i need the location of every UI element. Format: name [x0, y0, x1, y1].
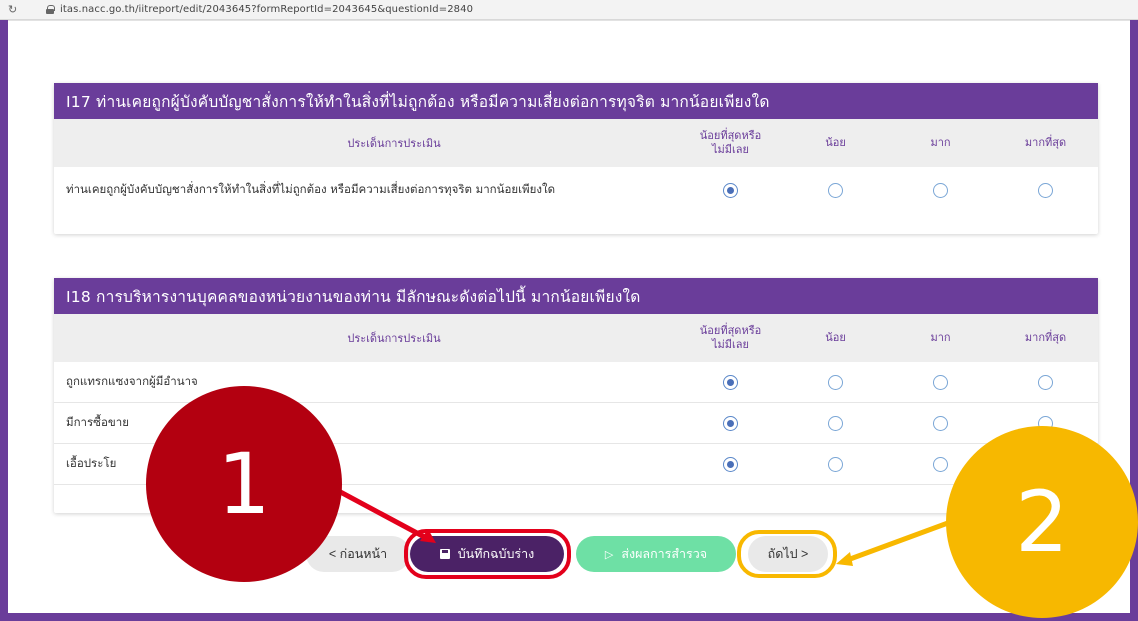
- browser-address-bar[interactable]: ↻ itas.nacc.go.th/iitreport/edit/2043645…: [0, 0, 1138, 20]
- rating-cell: [678, 182, 783, 198]
- rating-radio-option-4[interactable]: [1038, 374, 1053, 390]
- rating-cell: [888, 415, 993, 431]
- question-card-i17: I17 ท่านเคยถูกผู้บังคับบัญชาสั่งการให้ทำ…: [54, 83, 1098, 234]
- header-criteria: ประเด็นการประเมิน: [347, 332, 441, 345]
- rating-cell: [783, 374, 888, 390]
- send-icon: ▷: [604, 548, 614, 561]
- header-most: มากที่สุด: [1024, 331, 1067, 344]
- header-least: น้อยที่สุดหรือ ไม่มีเลย: [699, 324, 762, 351]
- rating-cell: [888, 182, 993, 198]
- rating-cell: [993, 374, 1098, 390]
- header-most: มากที่สุด: [1024, 136, 1067, 149]
- rating-radio-option-1[interactable]: [723, 415, 738, 431]
- rating-radio-option-1[interactable]: [723, 456, 738, 472]
- header-least: น้อยที่สุดหรือ ไม่มีเลย: [699, 129, 762, 156]
- row-criteria-text: ท่านเคยถูกผู้บังคับบัญชาสั่งการให้ทำในสิ…: [66, 182, 556, 196]
- rating-radio-option-3[interactable]: [933, 374, 948, 390]
- header-little: น้อย: [825, 136, 846, 149]
- url-text[interactable]: itas.nacc.go.th/iitreport/edit/2043645?f…: [60, 4, 473, 15]
- header-criteria: ประเด็นการประเมิน: [347, 137, 441, 150]
- floppy-disk-icon: [439, 549, 450, 559]
- rating-radio-option-1[interactable]: [723, 182, 738, 198]
- callout-number-1: 1: [146, 386, 342, 582]
- rating-cell: [783, 456, 888, 472]
- table-header: ประเด็นการประเมิน น้อยที่สุดหรือ ไม่มีเล…: [54, 119, 1098, 167]
- row-criteria-text: ถูกแทรกแซงจากผู้มีอำนาจ: [66, 374, 198, 388]
- callout-number-2: 2: [946, 426, 1138, 618]
- rating-radio-option-1[interactable]: [723, 374, 738, 390]
- rating-cell: [678, 415, 783, 431]
- rating-radio-option-3[interactable]: [933, 456, 948, 472]
- lock-icon: [46, 5, 55, 14]
- save-draft-label: บันทึกฉบับร่าง: [457, 547, 535, 561]
- table-header: ประเด็นการประเมิน น้อยที่สุดหรือ ไม่มีเล…: [54, 314, 1098, 362]
- submit-survey-label: ส่งผลการสำรวจ: [621, 547, 708, 561]
- rating-radio-option-2[interactable]: [828, 456, 843, 472]
- rating-cell: [783, 182, 888, 198]
- rating-cell: [678, 374, 783, 390]
- header-much: มาก: [930, 331, 951, 344]
- reload-icon[interactable]: ↻: [8, 3, 22, 16]
- question-title-i18: I18 การบริหารงานบุคคลของหน่วยงานของท่าน …: [54, 278, 1098, 314]
- question-rows: ท่านเคยถูกผู้บังคับบัญชาสั่งการให้ทำในสิ…: [54, 167, 1098, 213]
- question-row: ท่านเคยถูกผู้บังคับบัญชาสั่งการให้ทำในสิ…: [54, 167, 1098, 213]
- rating-radio-option-4[interactable]: [1038, 182, 1053, 198]
- header-little: น้อย: [825, 331, 846, 344]
- rating-radio-option-3[interactable]: [933, 182, 948, 198]
- rating-radio-option-3[interactable]: [933, 415, 948, 431]
- next-button[interactable]: ถัดไป >: [748, 536, 828, 572]
- question-title-i17: I17 ท่านเคยถูกผู้บังคับบัญชาสั่งการให้ทำ…: [54, 83, 1098, 119]
- submit-survey-button[interactable]: ▷ ส่งผลการสำรวจ: [576, 536, 736, 572]
- rating-cell: [993, 182, 1098, 198]
- rating-cell: [678, 456, 783, 472]
- rating-radio-option-2[interactable]: [828, 374, 843, 390]
- rating-cell: [783, 415, 888, 431]
- row-criteria-text: มีการซื้อขาย: [66, 415, 129, 429]
- rating-cell: [888, 374, 993, 390]
- rating-radio-option-2[interactable]: [828, 182, 843, 198]
- save-draft-button[interactable]: บันทึกฉบับร่าง: [410, 536, 564, 572]
- header-much: มาก: [930, 136, 951, 149]
- rating-radio-option-2[interactable]: [828, 415, 843, 431]
